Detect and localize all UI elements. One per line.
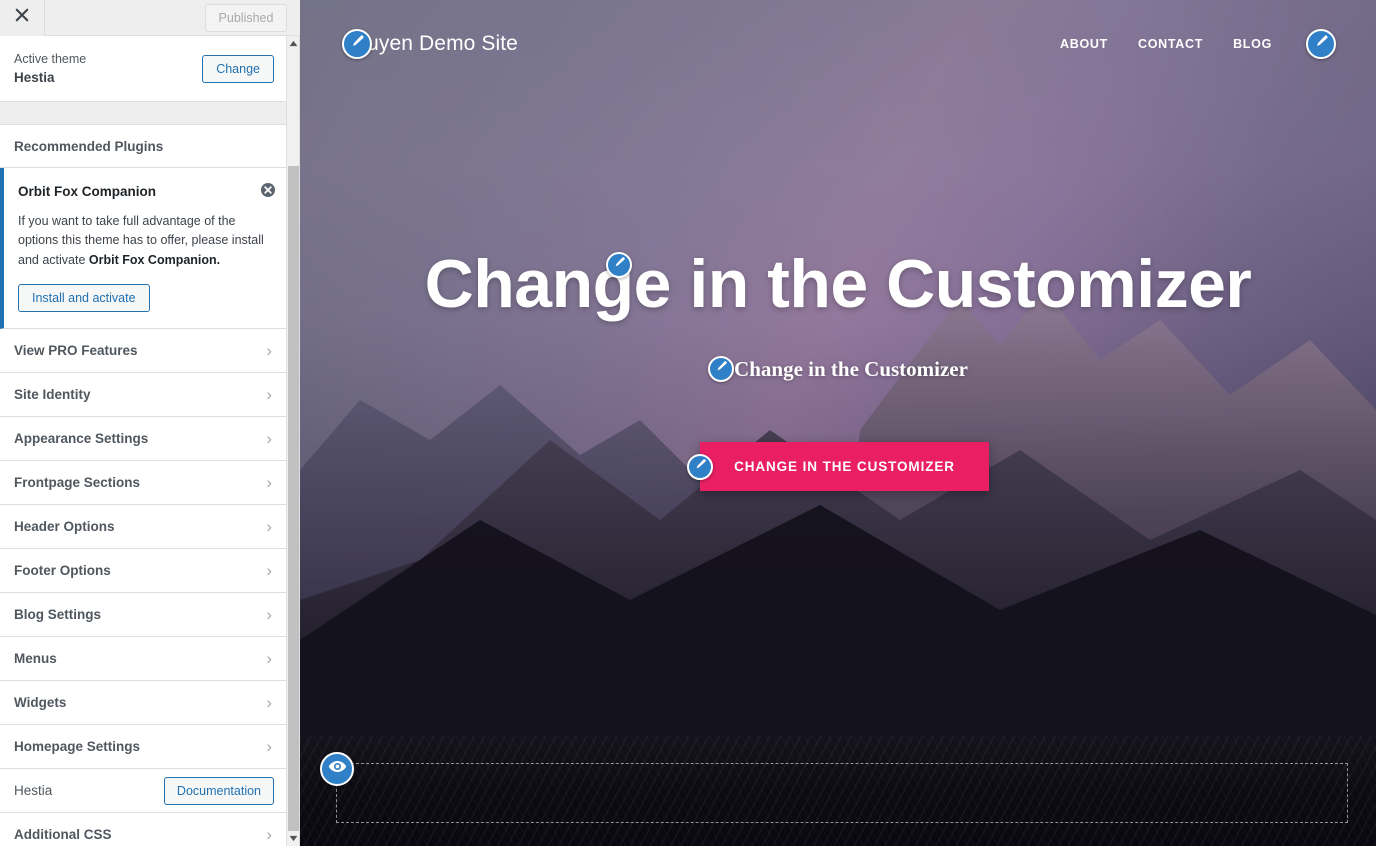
- edit-pencil-icon: [1314, 34, 1329, 54]
- publish-button[interactable]: Published: [205, 4, 287, 32]
- site-preview-pane: Tuyen Demo Site ABOUT CONTACT BLOG Chang…: [300, 0, 1376, 846]
- hero-subheading-row: Change in the Customizer: [300, 356, 1376, 383]
- primary-navigation: ABOUT CONTACT BLOG: [1060, 29, 1336, 59]
- hero-heading-row: Change in the Customizer: [300, 238, 1376, 330]
- nav-link-about[interactable]: ABOUT: [1060, 37, 1108, 51]
- chevron-right-icon: ›: [266, 429, 272, 449]
- sidebar-item-menus[interactable]: Menus ›: [0, 637, 288, 682]
- chevron-right-icon: ›: [266, 737, 272, 757]
- sidebar-item-hestia-documentation: Hestia Documentation: [0, 769, 288, 814]
- edit-hero-cta-shortcut[interactable]: [687, 453, 714, 480]
- dismiss-circle-x-icon[interactable]: [260, 182, 276, 198]
- customizer-sidebar: Published Active theme Hestia Change Rec…: [0, 0, 300, 846]
- sidebar-scroll-area: Active theme Hestia Change Recommended P…: [0, 36, 288, 846]
- sidebar-gap: [0, 102, 288, 124]
- active-theme-info: Active theme Hestia: [14, 50, 86, 88]
- section-selection-outline: [336, 763, 1348, 823]
- sidebar-item-blog-settings[interactable]: Blog Settings ›: [0, 593, 288, 638]
- sidebar-scrollbar[interactable]: [286, 36, 299, 846]
- sidebar-item-view-pro-features[interactable]: View PRO Features ›: [0, 329, 288, 374]
- edit-pencil-icon: [350, 34, 365, 54]
- scroll-down-arrow-icon[interactable]: [287, 831, 300, 846]
- edit-pencil-icon: [715, 360, 728, 378]
- sidebar-item-homepage-settings[interactable]: Homepage Settings ›: [0, 725, 288, 770]
- active-theme-panel: Active theme Hestia Change: [0, 36, 288, 102]
- plugin-desc-emphasis: Orbit Fox Companion.: [88, 252, 221, 267]
- edit-menu-shortcut[interactable]: [1306, 29, 1336, 59]
- site-title: Tuyen Demo Site: [355, 32, 518, 55]
- chevron-right-icon: ›: [266, 385, 272, 405]
- menu-item-label: Blog Settings: [14, 607, 101, 623]
- chevron-right-icon: ›: [266, 825, 272, 845]
- sidebar-item-footer-options[interactable]: Footer Options ›: [0, 549, 288, 594]
- edit-hero-heading-shortcut[interactable]: [606, 252, 632, 278]
- chevron-right-icon: ›: [266, 473, 272, 493]
- active-theme-name: Hestia: [14, 69, 55, 85]
- sidebar-item-frontpage-sections[interactable]: Frontpage Sections ›: [0, 461, 288, 506]
- menu-item-label: Header Options: [14, 519, 115, 535]
- documentation-button[interactable]: Documentation: [163, 776, 274, 805]
- site-header: Tuyen Demo Site ABOUT CONTACT BLOG: [300, 0, 1376, 88]
- chevron-right-icon: ›: [266, 561, 272, 581]
- plugin-card-title: Orbit Fox Companion: [18, 184, 156, 199]
- scroll-up-arrow-icon[interactable]: [287, 36, 300, 51]
- hestia-row-label: Hestia: [14, 783, 53, 799]
- sidebar-item-appearance-settings[interactable]: Appearance Settings ›: [0, 417, 288, 462]
- visibility-eye-icon: [328, 757, 347, 781]
- install-and-activate-button[interactable]: Install and activate: [18, 284, 150, 313]
- edit-site-title-shortcut[interactable]: [342, 29, 372, 59]
- menu-item-label: Menus: [14, 651, 57, 667]
- nav-link-blog[interactable]: BLOG: [1233, 37, 1272, 51]
- menu-item-label: Footer Options: [14, 563, 111, 579]
- chevron-right-icon: ›: [266, 649, 272, 669]
- close-customizer-button[interactable]: [0, 0, 45, 36]
- chevron-right-icon: ›: [266, 341, 272, 361]
- sidebar-item-site-identity[interactable]: Site Identity ›: [0, 373, 288, 418]
- change-theme-button[interactable]: Change: [202, 54, 274, 83]
- plugin-card-description: If you want to take full advantage of th…: [18, 212, 274, 270]
- edit-hero-subheading-shortcut[interactable]: [708, 356, 735, 383]
- menu-item-label: Frontpage Sections: [14, 475, 141, 491]
- chevron-right-icon: ›: [266, 517, 272, 537]
- customizer-app: Published Active theme Hestia Change Rec…: [0, 0, 1376, 846]
- toggle-section-visibility-shortcut[interactable]: [320, 752, 354, 786]
- active-theme-label: Active theme: [14, 51, 87, 66]
- chevron-right-icon: ›: [266, 693, 272, 713]
- hero-content: Change in the Customizer Change in the C…: [300, 238, 1376, 492]
- sidebar-item-header-options[interactable]: Header Options ›: [0, 505, 288, 550]
- nav-link-contact[interactable]: CONTACT: [1138, 37, 1203, 51]
- menu-item-label: Additional CSS: [14, 827, 112, 843]
- edit-pencil-icon: [694, 458, 707, 476]
- hero-cta-button[interactable]: CHANGE IN THE CUSTOMIZER: [700, 442, 989, 492]
- customizer-menu-list: View PRO Features › Site Identity › Appe…: [0, 329, 288, 846]
- menu-item-label: Widgets: [14, 695, 67, 711]
- menu-item-label: Site Identity: [14, 387, 91, 403]
- menu-item-label: Appearance Settings: [14, 431, 149, 447]
- recommended-plugins-title: Recommended Plugins: [0, 124, 288, 168]
- edit-pencil-icon: [613, 256, 626, 274]
- sidebar-item-additional-css[interactable]: Additional CSS ›: [0, 813, 288, 846]
- sidebar-item-widgets[interactable]: Widgets ›: [0, 681, 288, 726]
- chevron-right-icon: ›: [266, 605, 272, 625]
- hero-cta-row: CHANGE IN THE CUSTOMIZER: [300, 442, 1376, 492]
- hero-heading: Change in the Customizer: [424, 246, 1252, 322]
- hero-subheading: Change in the Customizer: [734, 356, 968, 381]
- orbit-fox-plugin-card: Orbit Fox Companion If you want to take …: [0, 168, 288, 330]
- close-x-icon: [15, 8, 29, 27]
- menu-item-label: Homepage Settings: [14, 739, 141, 755]
- customizer-header-bar: Published: [0, 0, 300, 36]
- scrollbar-thumb[interactable]: [288, 166, 299, 831]
- menu-item-label: View PRO Features: [14, 343, 138, 359]
